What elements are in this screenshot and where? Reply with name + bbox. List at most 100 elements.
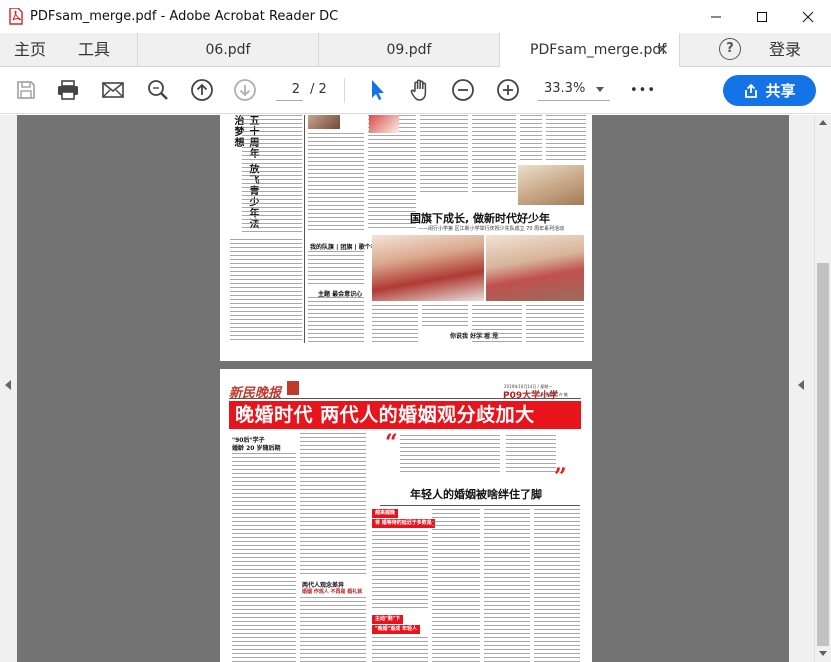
share-icon [745, 83, 758, 98]
tab-tools[interactable]: 工具 [78, 33, 110, 67]
hand-icon [410, 79, 427, 101]
more-tools-button[interactable]: ••• [630, 78, 657, 102]
save-button[interactable] [14, 78, 38, 102]
text-column [308, 133, 364, 231]
news-photo [369, 115, 399, 133]
text-column [534, 509, 580, 662]
expand-right-panel-icon[interactable] [798, 380, 804, 390]
left-panel-strip [0, 115, 17, 662]
news-photo [486, 235, 584, 301]
title-bar: PDFsam_merge.pdf - Adobe Acrobat Reader … [0, 0, 831, 33]
text-column [420, 115, 468, 195]
scrollbar-thumb[interactable] [817, 263, 829, 646]
scroll-up-icon[interactable] [819, 120, 827, 125]
page1-headline: 国旗下成长, 做新时代好少年 [410, 212, 551, 225]
text-column [422, 305, 468, 329]
print-icon [58, 80, 78, 100]
tab-09-pdf[interactable]: 09.pdf [318, 33, 499, 67]
page2-banner-headline: 晚婚时代 两代人的婚姻观分歧加大 [229, 401, 581, 429]
chevron-down-icon[interactable] [596, 87, 604, 92]
pdf-page-2: 新民晚报 2019年10月14日 / 星期一 P09大学小学 责任编辑: 许 敏… [220, 369, 592, 662]
pdf-page-1: 五十周年 放飞青少年法治梦想 国旗下成长, 做新时代好少年 ——闵行小学第 区江… [220, 115, 592, 361]
next-page-button[interactable] [233, 78, 257, 102]
toolbar-divider [344, 78, 345, 103]
expand-left-panel-icon[interactable] [5, 380, 11, 390]
text-column [300, 433, 366, 577]
text-column [232, 453, 296, 662]
hand-tool-button[interactable] [408, 78, 432, 102]
zoom-in-icon [497, 79, 519, 101]
email-button[interactable] [101, 78, 125, 102]
minimize-button[interactable] [693, 0, 739, 33]
news-photo [372, 235, 484, 301]
page2-editor: 责任编辑: 许 敏 [540, 392, 568, 397]
text-column [472, 115, 516, 195]
masthead-seal [287, 381, 299, 395]
total-pages: 2 [318, 82, 327, 97]
print-button[interactable] [56, 78, 80, 102]
red-label: 越来越晚 [372, 509, 399, 518]
acrobat-app-icon [9, 8, 23, 25]
zoom-out-button[interactable] [451, 78, 475, 102]
save-icon [17, 81, 35, 99]
maximize-button[interactable] [739, 0, 785, 33]
page-separator: / [310, 82, 315, 97]
page1-subline: ——闵行小学第 区江新小学举行庆祝少先队成立 70 周年系列活动 [418, 226, 565, 232]
tab-home[interactable]: 主页 [14, 33, 46, 67]
search-icon [148, 80, 168, 100]
text-column [308, 297, 364, 343]
select-cursor-icon [372, 80, 384, 100]
help-button[interactable]: ? [719, 38, 741, 60]
zoom-value: 33.3% [544, 81, 586, 96]
text-column [230, 239, 302, 343]
page2-mini-head-sub: 婚姻 作观人 不再是 婚礼就 [302, 589, 363, 595]
quote-mark: “ [385, 430, 398, 456]
tab-label: 09.pdf [386, 42, 432, 58]
text-column [372, 305, 418, 343]
previous-page-button[interactable] [190, 78, 214, 102]
login-button[interactable]: 登录 [769, 33, 801, 67]
maximize-icon [757, 11, 767, 22]
page-number-input[interactable] [276, 79, 303, 101]
share-label: 共享 [765, 82, 796, 100]
vertical-scrollbar[interactable] [814, 115, 831, 662]
right-panel-strip [789, 115, 814, 662]
minimize-icon [711, 16, 721, 17]
close-icon [802, 11, 814, 22]
document-canvas[interactable]: 五十周年 放飞青少年法治梦想 国旗下成长, 做新时代好少年 ——闵行小学第 区江… [17, 115, 789, 662]
text-column [300, 597, 366, 662]
text-column [308, 251, 364, 287]
document-area: 五十周年 放飞青少年法治梦想 国旗下成长, 做新时代好少年 ——闵行小学第 区江… [0, 115, 831, 662]
pull-quote [400, 435, 500, 475]
prev-page-icon [191, 79, 213, 101]
quote-mark: ” [554, 464, 567, 490]
next-page-icon [234, 79, 256, 101]
zoom-in-button[interactable] [496, 78, 520, 102]
email-icon [102, 82, 124, 98]
find-button[interactable] [146, 78, 170, 102]
select-tool-button[interactable] [365, 78, 389, 102]
scroll-down-icon[interactable] [819, 651, 827, 656]
red-label: 将 婚等待的延迟于多数是 [372, 519, 435, 528]
text-column [242, 115, 302, 235]
text-column [432, 509, 480, 662]
close-window-button[interactable] [785, 0, 831, 33]
share-button[interactable]: 共享 [723, 75, 816, 106]
tab-label: PDFsam_merge.pdf [530, 42, 667, 58]
text-column [520, 115, 542, 163]
tab-06-pdf[interactable]: 06.pdf [137, 33, 318, 67]
tab-close-icon[interactable]: ✕ [656, 33, 669, 67]
page1-small-head: 我的队旗 | 团旗 | 歌个礼 [310, 244, 377, 251]
text-column [526, 305, 584, 343]
rule [380, 505, 580, 506]
red-label: "晚婚"渐成 年轻人 [372, 625, 420, 634]
tab-bar: 主页 工具 06.pdf 09.pdf PDFsam_merge.pdf ✕ ?… [0, 33, 831, 68]
text-column [484, 509, 530, 662]
news-photo [308, 115, 340, 129]
window-title: PDFsam_merge.pdf - Adobe Acrobat Reader … [30, 9, 339, 24]
page-count: / 2 [310, 82, 327, 97]
text-column [372, 637, 428, 662]
tab-label: 06.pdf [205, 42, 251, 58]
more-icon: ••• [630, 82, 657, 98]
tab-pdfsam-merge[interactable]: PDFsam_merge.pdf ✕ [499, 33, 680, 68]
